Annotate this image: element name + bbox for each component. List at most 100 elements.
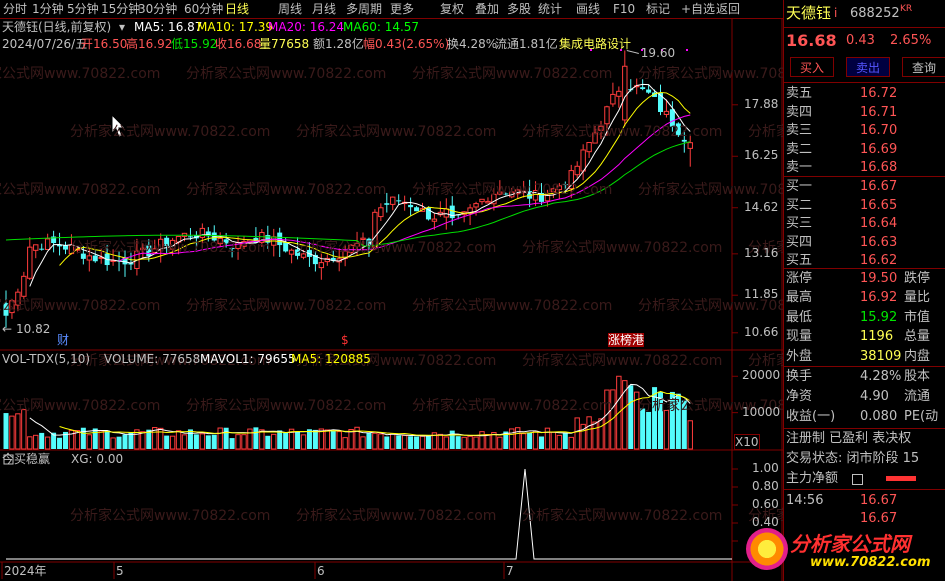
toolbar-item[interactable]: 多股 <box>507 1 531 17</box>
volume-bar <box>449 430 455 449</box>
info-icon[interactable]: i <box>834 4 837 23</box>
ohlc-info: 高16.92 <box>126 37 173 51</box>
buy-button[interactable]: 买入 <box>790 57 834 77</box>
bid-label: 买二 <box>786 197 813 213</box>
volume-bar <box>544 427 551 450</box>
chart-title: 天德钰(日线,前复权) <box>2 20 112 34</box>
main-flow-row[interactable]: 主力净额 <box>784 469 945 488</box>
date-axis-label: 5 <box>116 564 124 578</box>
volume-bar <box>241 434 247 450</box>
list-icon[interactable] <box>852 474 863 485</box>
toolbar-item[interactable]: 30分钟 <box>138 1 177 17</box>
price-axis-label: 11.85 <box>744 287 779 302</box>
ask-label: 卖三 <box>786 123 813 138</box>
volume-bar <box>497 436 503 450</box>
toolbar-item[interactable]: 画线 <box>576 1 600 17</box>
toolbar-item[interactable]: 统计 <box>538 1 562 17</box>
volume-bar <box>568 436 574 450</box>
toolbar-item[interactable]: 5分钟 <box>67 1 99 17</box>
sell-button[interactable]: 卖出 <box>846 57 890 77</box>
stat-value: 38109 <box>860 348 902 364</box>
volume-axis-label: 20000 <box>742 368 781 383</box>
quote-panel: 天德钰 i 688252 KR 16.68 0.43 2.65% 买入 卖出 查… <box>746 0 945 581</box>
stat-label-2: 总量 <box>904 329 931 345</box>
volume-bar <box>86 434 92 450</box>
volume-bar <box>295 431 301 449</box>
toolbar-item[interactable]: 更多 <box>390 1 414 17</box>
ask-row: 卖三 16.70 <box>784 121 945 140</box>
volume-value: VOLUME: 77658 <box>104 352 201 366</box>
watermark-text: 分析家公式网www.70822.com <box>522 353 723 369</box>
toolbar-item[interactable]: 叠加 <box>475 1 499 17</box>
volume-bar <box>265 435 271 449</box>
volume-bar <box>592 421 598 450</box>
toolbar-item[interactable]: 返回 <box>716 1 740 17</box>
query-button[interactable]: 查询 <box>902 57 945 77</box>
candle-body <box>384 203 390 205</box>
ma-legend: MA10: 17.39 <box>197 20 274 34</box>
volume-bar <box>550 431 557 450</box>
zhangbang-marker: 涨榜港 <box>608 333 645 347</box>
toolbar-item[interactable]: 日线 <box>225 1 249 17</box>
ask-label: 卖五 <box>786 86 813 101</box>
ohlc-info: 量77658 <box>259 37 310 51</box>
ohlc-info: 低15.92 <box>171 37 218 51</box>
ask-row: 卖一 16.68 <box>784 158 945 177</box>
volume-bar <box>15 413 21 450</box>
candle-body <box>33 244 39 251</box>
watermark-text: 分析家公式网www.70822.com <box>296 124 497 140</box>
volume-bar <box>44 436 51 450</box>
candle-body <box>187 236 193 238</box>
low-arrow-icon: ← <box>2 321 13 336</box>
stock-tags: 注册制 已盈利 表决权 <box>784 429 945 448</box>
toolbar-item[interactable]: 分时 <box>3 1 27 17</box>
stat-row: 涨停 19.50 跌停 <box>784 269 945 288</box>
stat2-label: 净资 <box>786 389 813 404</box>
volume-bar <box>401 434 408 450</box>
toolbar-item[interactable]: 60分钟 <box>184 1 223 17</box>
toolbar-item[interactable]: 周线 <box>278 1 302 17</box>
bid-price: 16.63 <box>860 234 898 250</box>
stat-label: 外盘 <box>786 348 813 364</box>
toolbar-item[interactable]: 15分钟 <box>101 1 140 17</box>
ma-legend: MA60: 14.57 <box>343 20 420 34</box>
main-flow-label: 主力净额 <box>786 471 839 486</box>
volume-bar <box>479 431 485 450</box>
toolbar-item[interactable]: F10 <box>613 1 635 17</box>
volume-bar <box>57 437 63 449</box>
toolbar-item[interactable]: 多周期 <box>346 1 382 17</box>
volume-bar <box>205 435 211 449</box>
volume-bar <box>330 430 336 449</box>
volume-bar <box>21 409 27 450</box>
ask-row: 卖五 16.72 <box>784 84 945 103</box>
period-toolbar: 分时 1分钟 5分钟 15分钟 30分钟 60分钟 日线 周线 月线 多周期 更多 复权 叠加 多股 统计画… <box>0 0 783 19</box>
volume-bar <box>271 433 277 450</box>
bid-label: 买四 <box>786 234 813 250</box>
watermark-text: 分析家公式网www.70822.com <box>412 66 613 82</box>
volume-bar <box>425 435 431 449</box>
volume-bar <box>437 433 444 450</box>
ohlc-info: 2024/07/26/五 <box>2 37 88 51</box>
indicator-title: 今买稳赢 <box>2 452 51 466</box>
logo-url: www.70822.com <box>810 555 931 570</box>
dropdown-icon: ▾ <box>119 20 126 34</box>
watermark-text: 分析家公式网www.70822.com <box>186 398 387 414</box>
toolbar-item[interactable]: 标记 <box>646 1 670 17</box>
candle-body <box>431 218 438 222</box>
candle-body <box>414 207 420 212</box>
volume-bar <box>9 415 15 450</box>
volume-bar <box>598 418 604 450</box>
chart-area[interactable]: 分析家公式网www.70822.com 分析家公式网www.70822.com 分析… <box>0 19 945 581</box>
stat2-value: 0.080 <box>860 409 898 424</box>
toolbar-item[interactable]: +自选 <box>681 1 715 17</box>
volume-bar <box>235 434 241 450</box>
watermark-text: 分析家公式网www.70822.com <box>70 240 271 256</box>
volume-bar <box>169 435 176 450</box>
candle-body <box>663 110 670 115</box>
toolbar-item[interactable]: 1分钟 <box>32 1 64 17</box>
volume-axis-label: 10000 <box>742 404 781 419</box>
xg-value: XG: 0.00 <box>71 452 124 466</box>
toolbar-item[interactable]: 月线 <box>312 1 336 17</box>
watermark-text: 分析家公式网www.70822.com <box>522 508 723 524</box>
toolbar-item[interactable]: 复权 <box>440 1 464 17</box>
